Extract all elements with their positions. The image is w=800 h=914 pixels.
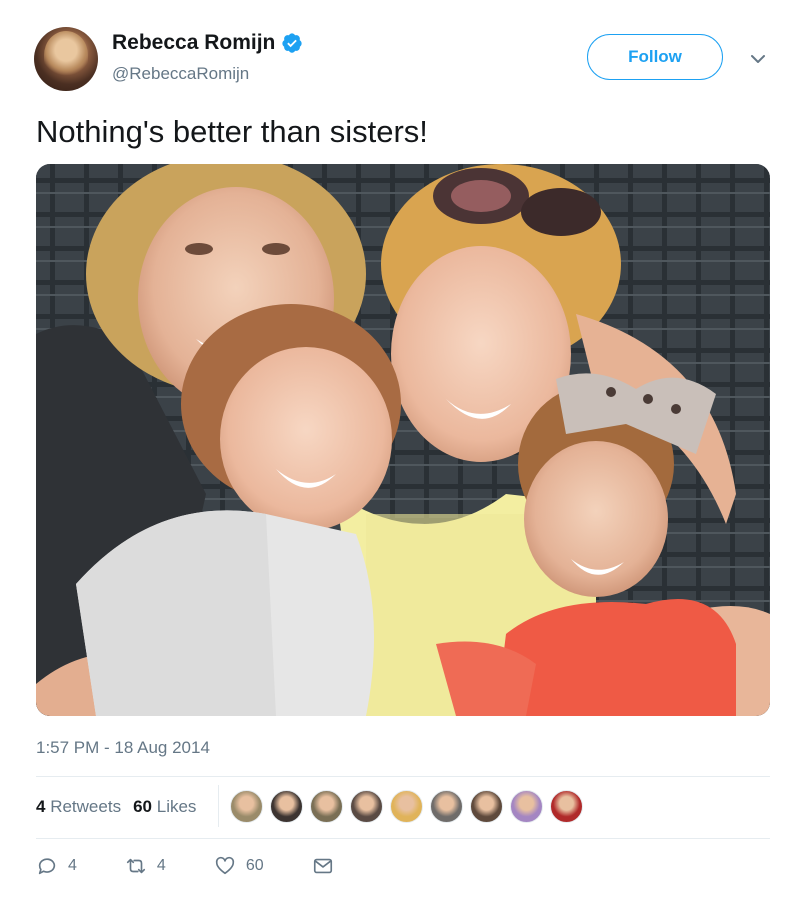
heart-icon [215, 856, 234, 875]
author-avatar[interactable] [34, 27, 98, 91]
author-name-row[interactable]: Rebecca Romijn [112, 31, 303, 55]
liker-avatar[interactable] [270, 790, 303, 823]
chevron-down-icon[interactable] [748, 49, 768, 69]
direct-message-button[interactable] [312, 855, 334, 877]
author-handle[interactable]: @RebeccaRomijn [112, 64, 249, 84]
reply-count: 4 [68, 857, 77, 874]
likes-count: 60 [133, 797, 152, 816]
tweet-actions: 4 4 60 [36, 855, 334, 877]
retweet-icon [126, 858, 145, 874]
author-name[interactable]: Rebecca Romijn [112, 31, 275, 55]
tweet-timestamp[interactable]: 1:57 PM - 18 Aug 2014 [36, 738, 210, 758]
tweet-stats: 4 Retweets 60 Likes [36, 797, 196, 817]
likes-stat[interactable]: 60 Likes [133, 797, 196, 817]
reply-icon [38, 858, 56, 875]
tweet-card: Rebecca Romijn @RebeccaRomijn Follow Not… [0, 0, 800, 914]
liker-avatar[interactable] [430, 790, 463, 823]
follow-button[interactable]: Follow [587, 34, 723, 80]
like-button[interactable]: 60 [214, 855, 264, 877]
liker-avatar[interactable] [510, 790, 543, 823]
divider [218, 785, 219, 827]
verified-badge-icon [282, 33, 303, 53]
reply-button[interactable]: 4 [36, 855, 77, 877]
liker-avatar[interactable] [310, 790, 343, 823]
like-count: 60 [245, 857, 264, 874]
liker-avatar[interactable] [550, 790, 583, 823]
likes-label: Likes [156, 797, 197, 816]
divider [36, 838, 770, 839]
tweet-photo[interactable] [36, 164, 770, 716]
retweets-stat[interactable]: 4 Retweets [36, 797, 121, 817]
divider [36, 776, 770, 777]
direct-message-icon [313, 858, 332, 874]
liker-avatar[interactable] [390, 790, 423, 823]
retweets-count: 4 [36, 797, 46, 816]
liker-avatars [230, 790, 583, 823]
retweet-button[interactable]: 4 [125, 855, 166, 877]
liker-avatar[interactable] [230, 790, 263, 823]
tweet-text: Nothing's better than sisters! [36, 114, 428, 149]
liker-avatar[interactable] [470, 790, 503, 823]
retweet-count: 4 [156, 857, 166, 874]
liker-avatar[interactable] [350, 790, 383, 823]
retweets-label: Retweets [50, 797, 122, 816]
